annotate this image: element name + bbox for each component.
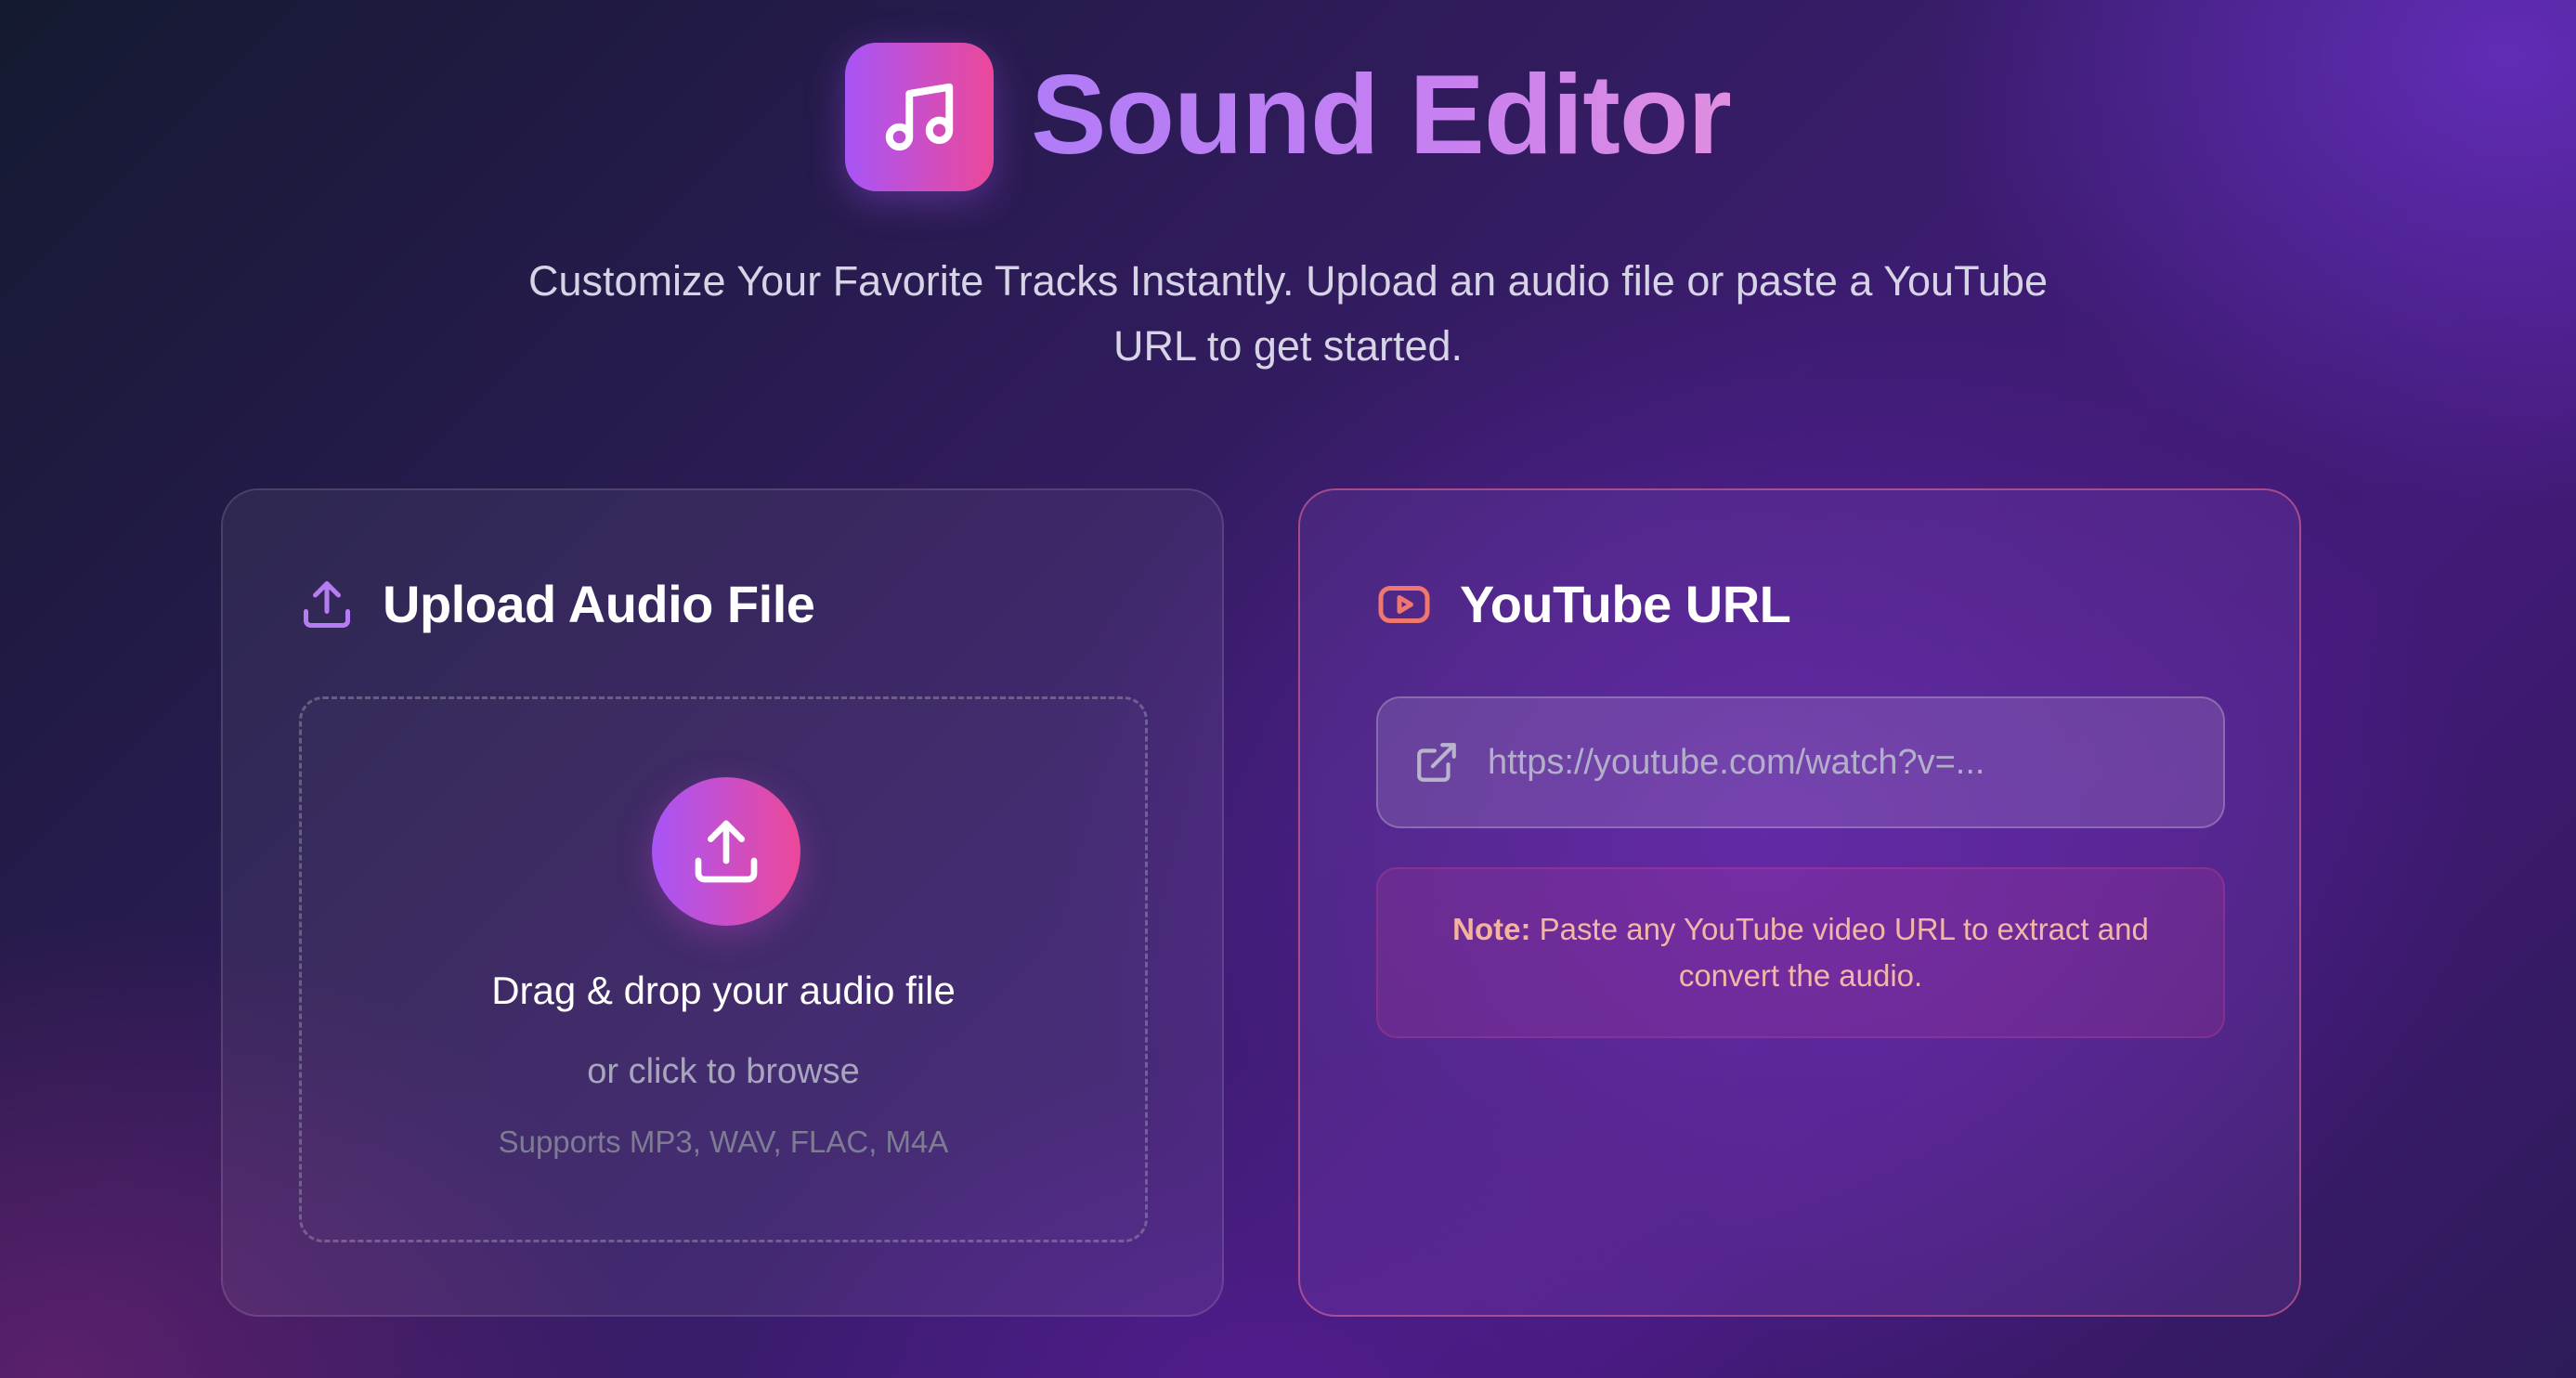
upload-card-title: Upload Audio File [383, 575, 815, 633]
youtube-icon [1378, 585, 1430, 623]
audio-dropzone[interactable]: Drag & drop your audio file or click to … [299, 696, 1148, 1242]
upload-audio-card: Upload Audio File Drag & drop your audio… [221, 488, 1224, 1317]
dropzone-browse-text: or click to browse [587, 1052, 860, 1091]
youtube-url-field[interactable] [1376, 696, 2225, 828]
youtube-card-header: YouTube URL [1376, 574, 1791, 634]
youtube-url-input[interactable] [1488, 698, 2223, 826]
app-header: Sound Editor [0, 43, 2576, 191]
youtube-url-card: YouTube URL Note: Paste any YouTube vide… [1298, 488, 2301, 1317]
youtube-note-text: Note: Paste any YouTube video URL to ext… [1434, 906, 2167, 999]
upload-card-header: Upload Audio File [299, 574, 815, 634]
upload-icon [695, 820, 758, 883]
dropzone-title: Drag & drop your audio file [491, 968, 956, 1012]
youtube-card-title: YouTube URL [1460, 575, 1791, 633]
note-body: Paste any YouTube video URL to extract a… [1539, 912, 2149, 993]
page-subtitle: Customize Your Favorite Tracks Instantly… [528, 257, 2048, 370]
external-link-icon [1417, 743, 1456, 782]
app-logo [845, 43, 995, 191]
music-note-icon [885, 83, 954, 151]
upload-icon [304, 580, 350, 628]
youtube-note: Note: Paste any YouTube video URL to ext… [1376, 867, 2225, 1038]
dropzone-supported-formats: Supports MP3, WAV, FLAC, M4A [498, 1124, 949, 1159]
page-title: Sound Editor [1031, 51, 1732, 177]
dropzone-upload-badge [652, 777, 800, 926]
note-label: Note: [1452, 912, 1531, 946]
